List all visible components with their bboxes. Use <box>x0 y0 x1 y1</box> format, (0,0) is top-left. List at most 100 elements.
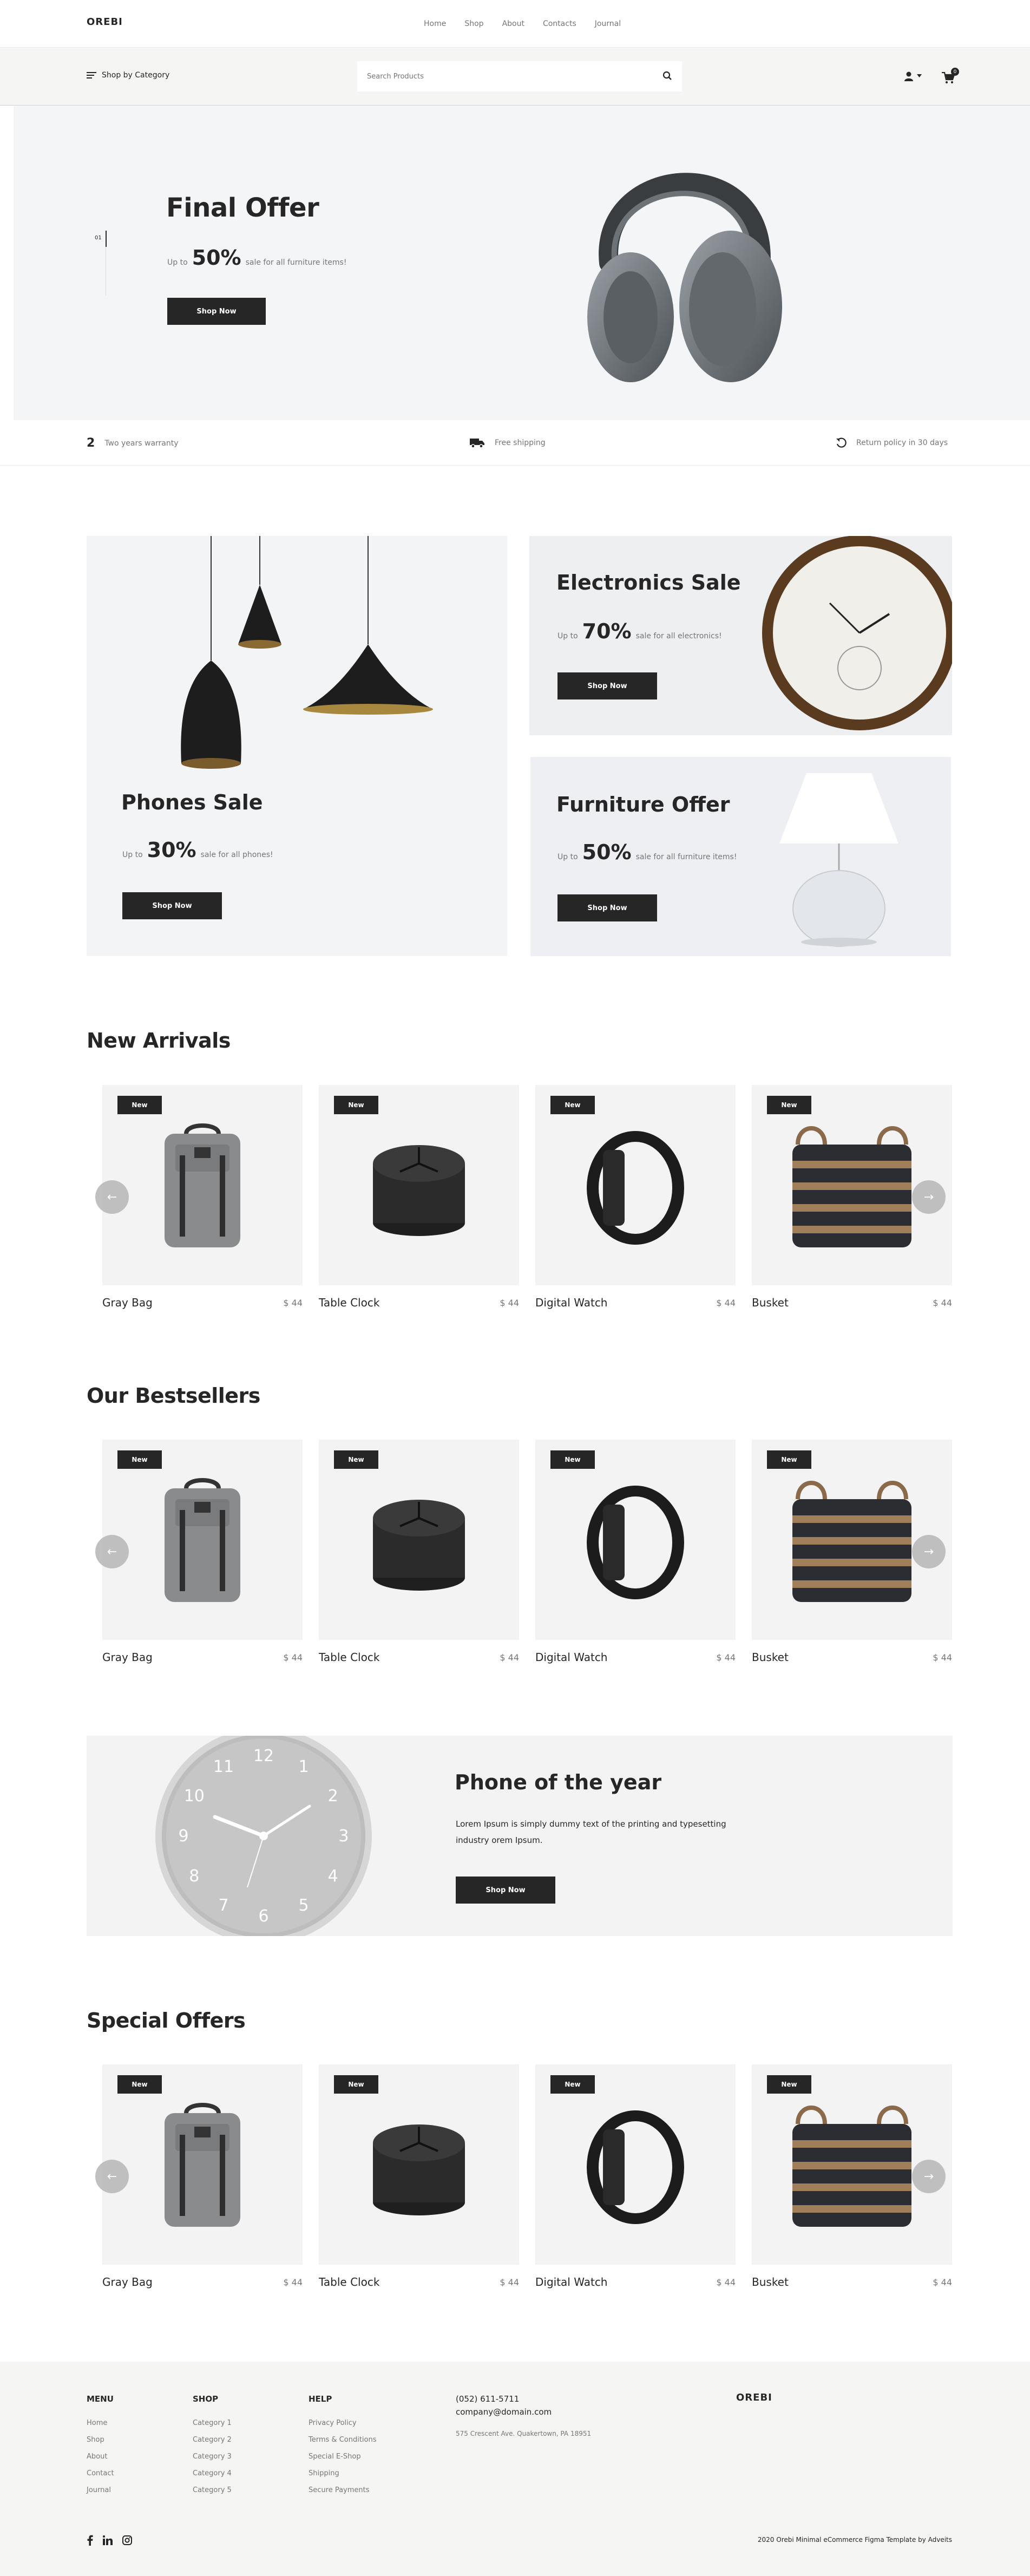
product-name[interactable]: Gray Bag <box>102 2276 153 2289</box>
promo-phones[interactable]: Phones Sale Up to 30% sale for all phone… <box>87 536 507 956</box>
product-name[interactable]: Gray Bag <box>102 1651 153 1664</box>
carousel-prev-button[interactable]: ← <box>95 1180 129 1214</box>
promo-electronics[interactable]: Electronics Sale Up to 70% sale for all … <box>529 536 952 735</box>
product-card[interactable]: New Gray Bag $ 44 <box>102 2064 303 2292</box>
footer-help-link[interactable]: Special E-Shop <box>309 2453 361 2461</box>
product-name[interactable]: Table Clock <box>319 2276 379 2289</box>
big-clock-image: 12 12 3 45 6 78 9 10 11 <box>155 1736 372 1936</box>
electronics-shop-button[interactable]: Shop Now <box>557 672 657 699</box>
carousel-next-button[interactable]: → <box>912 1535 946 1568</box>
footer-menu-link[interactable]: Journal <box>87 2486 111 2494</box>
phone-of-year-button[interactable]: Shop Now <box>456 1877 555 1904</box>
product-price: $ 44 <box>933 1652 952 1663</box>
product-card[interactable]: New Gray Bag $ 44 <box>102 1085 303 1312</box>
product-name[interactable]: Table Clock <box>319 1296 379 1309</box>
product-image[interactable]: New <box>102 1085 303 1285</box>
footer-menu-link[interactable]: Home <box>87 2419 107 2427</box>
product-name[interactable]: Digital Watch <box>535 2276 608 2289</box>
phones-shop-button[interactable]: Shop Now <box>122 892 222 919</box>
nav-journal[interactable]: Journal <box>595 19 621 28</box>
product-image[interactable]: New <box>319 2064 519 2265</box>
return-icon <box>836 437 847 448</box>
product-card[interactable]: New Table Clock $ 44 <box>319 1085 519 1312</box>
account-menu[interactable] <box>904 71 923 83</box>
shipping-label: Free shipping <box>495 439 546 447</box>
phone-of-year-banner[interactable]: 12 1 2 3 4 5 6 7 8 9 10 11 Phone of the year Lorem … <box>87 1736 953 1936</box>
carousel-prev-button[interactable]: ← <box>95 1535 129 1568</box>
digital-watch-image <box>587 1486 684 1599</box>
footer-shop-link[interactable]: Category 4 <box>193 2469 232 2477</box>
footer-phone[interactable]: (052) 611-5711 <box>456 2394 519 2404</box>
product-card[interactable]: New Table Clock $ 44 <box>319 2064 519 2292</box>
search-input[interactable] <box>367 69 648 84</box>
footer-menu-link[interactable]: Shop <box>87 2436 104 2444</box>
product-image[interactable]: New <box>535 2064 736 2265</box>
pager-number[interactable]: 01 <box>95 235 102 241</box>
clock-number: 9 <box>178 1827 188 1846</box>
linkedin-icon[interactable] <box>103 2535 113 2545</box>
product-price: $ 44 <box>500 2277 519 2287</box>
arrow-left-icon: ← <box>107 1545 117 1559</box>
footer-menu-link[interactable]: Contact <box>87 2469 114 2477</box>
product-name[interactable]: Gray Bag <box>102 1296 153 1309</box>
product-card[interactable]: New Gray Bag $ 44 <box>102 1440 303 1667</box>
carousel-next-button[interactable]: → <box>912 1180 946 1214</box>
furniture-shop-button[interactable]: Shop Now <box>557 894 657 921</box>
product-image[interactable]: New <box>319 1085 519 1285</box>
product-card[interactable]: New Digital Watch $ 44 <box>535 1440 736 1667</box>
warranty-number: 2 <box>87 436 95 450</box>
product-name[interactable]: Table Clock <box>319 1651 379 1664</box>
product-image[interactable]: New <box>319 1440 519 1640</box>
product-name[interactable]: Digital Watch <box>535 1296 608 1309</box>
footer-shop-link[interactable]: Category 5 <box>193 2486 232 2494</box>
new-badge: New <box>334 1450 378 1469</box>
hero-shop-button[interactable]: Shop Now <box>167 298 266 325</box>
promo-furniture[interactable]: Furniture Offer Up to 50% sale for all f… <box>530 757 951 956</box>
arrow-right-icon: → <box>923 1190 934 1204</box>
cart-button[interactable]: 0 <box>942 68 960 85</box>
arrow-left-icon: ← <box>107 1190 117 1204</box>
footer-help-link[interactable]: Secure Payments <box>309 2486 370 2494</box>
footer-shop-link[interactable]: Category 3 <box>193 2453 232 2461</box>
footer-logo[interactable]: OREBI <box>736 2392 772 2403</box>
nav-contacts[interactable]: Contacts <box>543 19 576 28</box>
instagram-icon[interactable] <box>122 2535 132 2545</box>
product-image[interactable]: New <box>535 1085 736 1285</box>
carousel-prev-button[interactable]: ← <box>95 2160 129 2193</box>
nav-about[interactable]: About <box>502 19 524 28</box>
facebook-icon[interactable] <box>87 2535 93 2546</box>
nav-home[interactable]: Home <box>424 19 446 28</box>
product-card[interactable]: New Digital Watch $ 44 <box>535 1085 736 1312</box>
product-image[interactable]: New <box>535 1440 736 1640</box>
category-menu[interactable]: Shop by Category <box>87 71 169 80</box>
clock-number: 12 <box>253 1747 274 1766</box>
phones-offer: Up to 30% sale for all phones! <box>122 838 273 862</box>
footer-shop-link[interactable]: Category 2 <box>193 2436 232 2444</box>
carousel-next-button[interactable]: → <box>912 2160 946 2193</box>
product-card[interactable]: New Table Clock $ 44 <box>319 1440 519 1667</box>
logo[interactable]: OREBI <box>87 16 123 28</box>
footer-help-link[interactable]: Privacy Policy <box>309 2419 357 2427</box>
footer-shop-link[interactable]: Category 1 <box>193 2419 232 2427</box>
footer-shop-title: SHOP <box>193 2394 219 2404</box>
footer-help-link[interactable]: Terms & Conditions <box>309 2436 377 2444</box>
footer-email[interactable]: company@domain.com <box>456 2407 552 2417</box>
footer-help-link[interactable]: Shipping <box>309 2469 339 2477</box>
nav-shop[interactable]: Shop <box>464 19 483 28</box>
phones-up-to: Up to <box>122 851 143 859</box>
product-name[interactable]: Busket <box>752 1296 789 1309</box>
product-name[interactable]: Busket <box>752 2276 789 2289</box>
footer-menu-link[interactable]: About <box>87 2453 107 2461</box>
product-image[interactable]: New <box>102 2064 303 2265</box>
product-card[interactable]: New Digital Watch $ 44 <box>535 2064 736 2292</box>
product-name[interactable]: Digital Watch <box>535 1651 608 1664</box>
product-price: $ 44 <box>933 2277 952 2287</box>
pager-active-line <box>106 231 107 247</box>
clock-number: 5 <box>298 1896 309 1915</box>
phones-percent: 30% <box>147 838 196 862</box>
furniture-title: Furniture Offer <box>556 793 730 816</box>
product-image[interactable]: New <box>102 1440 303 1640</box>
search-icon[interactable] <box>662 71 672 81</box>
backpack-image <box>165 1123 240 1247</box>
product-name[interactable]: Busket <box>752 1651 789 1664</box>
